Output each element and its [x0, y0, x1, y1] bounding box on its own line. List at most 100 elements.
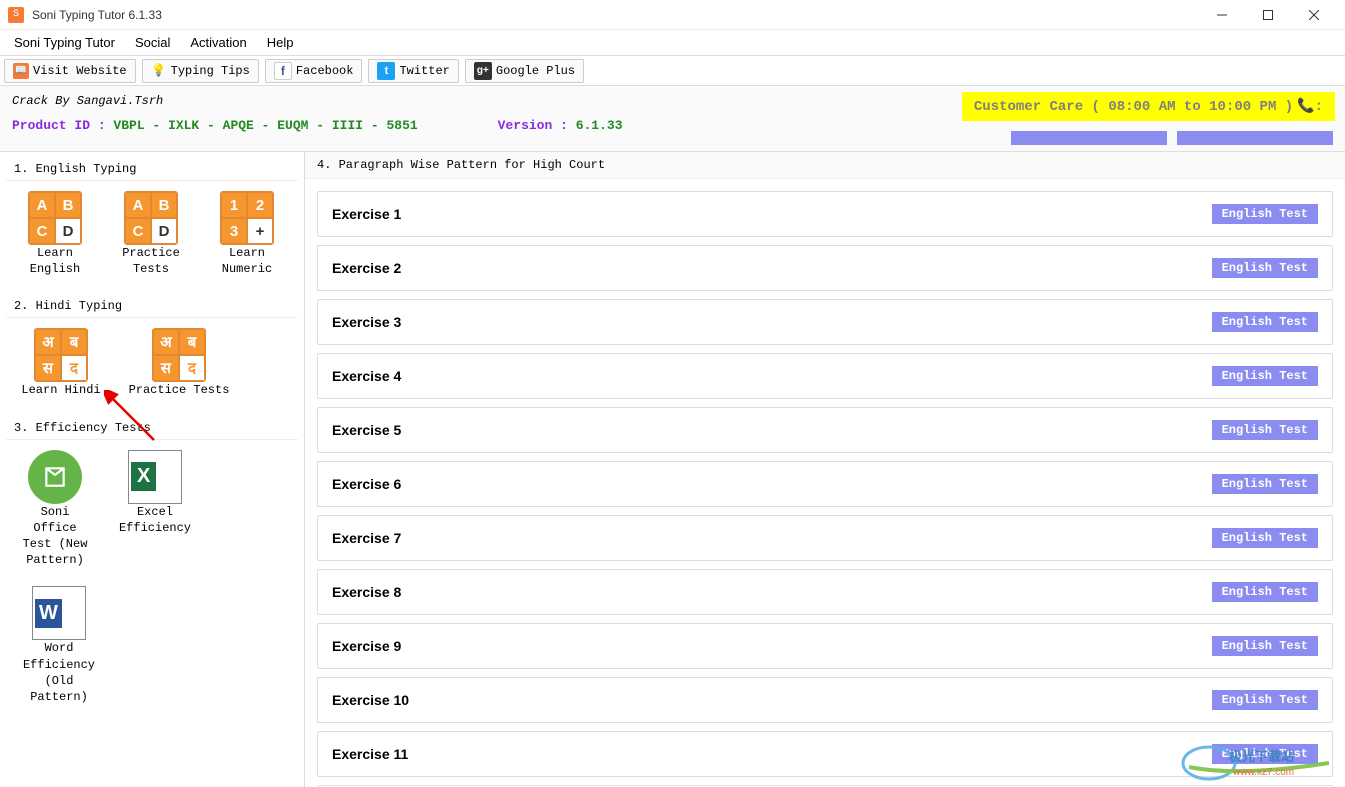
office-icon: [28, 450, 82, 504]
hindi-icon: अबसद: [34, 328, 88, 382]
sidebar: 1. English Typing ABCD Learn English ABC…: [0, 152, 305, 787]
toolbar: 📖 Visit Website 💡 Typing Tips f Facebook…: [0, 56, 1345, 86]
exercise-row[interactable]: Exercise 7English Test: [317, 515, 1333, 561]
english-test-button[interactable]: English Test: [1212, 636, 1318, 656]
minimize-button[interactable]: [1199, 0, 1245, 30]
exercise-label: Exercise 6: [332, 476, 401, 492]
progress-bars: [1011, 131, 1333, 145]
twitter-icon: t: [377, 62, 395, 80]
twitter-button[interactable]: t Twitter: [368, 59, 458, 83]
english-test-button[interactable]: English Test: [1212, 366, 1318, 386]
abcd-icon: ABCD: [28, 191, 82, 245]
menu-soni-typing-tutor[interactable]: Soni Typing Tutor: [4, 31, 125, 54]
section-efficiency-tests-title: 3. Efficiency Tests: [6, 417, 298, 440]
menu-activation[interactable]: Activation: [180, 31, 256, 54]
tile-label: Learn Hindi: [21, 382, 100, 398]
english-test-button[interactable]: English Test: [1212, 474, 1318, 494]
book-icon: 📖: [13, 63, 29, 79]
facebook-button[interactable]: f Facebook: [265, 59, 363, 83]
english-test-button[interactable]: English Test: [1212, 204, 1318, 224]
phone-icon: 📞:: [1297, 98, 1323, 115]
tile-label: Soni Office Test (New Pattern): [16, 504, 94, 569]
customer-care-text: Customer Care ( 08:00 AM to 10:00 PM ): [974, 99, 1293, 115]
maximize-button[interactable]: [1245, 0, 1291, 30]
exercise-row[interactable]: Exercise 9 English Test: [317, 623, 1333, 669]
exercise-row[interactable]: Exercise 6 English Test: [317, 461, 1333, 507]
exercise-label: Exercise 9: [332, 638, 401, 654]
content-area: 4. Paragraph Wise Pattern for High Court…: [305, 152, 1345, 787]
tile-soni-office-test[interactable]: Soni Office Test (New Pattern): [16, 450, 94, 569]
exercise-label: Exercise 10: [332, 692, 409, 708]
exercise-row[interactable]: Exercise 10 English Test: [317, 677, 1333, 723]
toolbar-label: Google Plus: [496, 64, 575, 78]
exercise-label: Exercise 1: [332, 206, 401, 222]
exercise-label: Exercise 5: [332, 422, 401, 438]
tile-word-efficiency[interactable]: W Word Efficiency (Old Pattern): [16, 586, 102, 705]
tile-learn-numeric[interactable]: 123+ Learn Numeric: [208, 191, 286, 277]
exercise-row[interactable]: Exercise 8 English Test: [317, 569, 1333, 615]
section-hindi-typing-title: 2. Hindi Typing: [6, 295, 298, 318]
english-test-button[interactable]: English Test: [1212, 258, 1318, 278]
menubar: Soni Typing Tutor Social Activation Help: [0, 30, 1345, 56]
hindi-icon: अबसद: [152, 328, 206, 382]
abcd-icon: ABCD: [124, 191, 178, 245]
svg-text:极光下载站: 极光下载站: [1229, 749, 1294, 764]
exercise-label: Exercise 3: [332, 314, 401, 330]
menu-social[interactable]: Social: [125, 31, 180, 54]
toolbar-label: Twitter: [399, 64, 449, 78]
toolbar-label: Facebook: [296, 64, 354, 78]
exercise-row[interactable]: Exercise 1 English Test: [317, 191, 1333, 237]
english-test-button[interactable]: English Test: [1212, 312, 1318, 332]
exercise-label: Exercise 8: [332, 584, 401, 600]
info-bar: Crack By Sangavi.Tsrh Product ID : VBPL …: [0, 86, 1345, 152]
toolbar-label: Typing Tips: [171, 64, 250, 78]
product-id-label: Product ID :: [12, 118, 113, 133]
word-icon: W: [32, 586, 86, 640]
facebook-icon: f: [274, 62, 292, 80]
exercise-row[interactable]: Exercise 4 English Test: [317, 353, 1333, 399]
tile-label: Learn Numeric: [208, 245, 286, 277]
tile-excel-efficiency[interactable]: X Excel Efficiency: [112, 450, 198, 569]
content-header: 4. Paragraph Wise Pattern for High Court: [305, 152, 1345, 179]
english-test-button[interactable]: English Test: [1212, 690, 1318, 710]
watermark: 极光下载站 www.xz7.com: [1179, 743, 1339, 783]
toolbar-label: Visit Website: [33, 64, 127, 78]
version-label: Version :: [498, 118, 576, 133]
menu-help[interactable]: Help: [257, 31, 304, 54]
tile-label: Word Efficiency (Old Pattern): [16, 640, 102, 705]
titlebar: S Soni Typing Tutor 6.1.33: [0, 0, 1345, 30]
exercise-row[interactable]: Exercise 5 English Test: [317, 407, 1333, 453]
close-button[interactable]: [1291, 0, 1337, 30]
progress-bar-1[interactable]: [1011, 131, 1167, 145]
tile-learn-english[interactable]: ABCD Learn English: [16, 191, 94, 277]
tile-practice-tests-hindi[interactable]: अबसद Practice Tests: [124, 328, 234, 398]
exercise-row[interactable]: Exercise 3 English Test: [317, 299, 1333, 345]
exercise-label: Exercise 4: [332, 368, 401, 384]
tile-learn-hindi[interactable]: अबसद Learn Hindi: [16, 328, 106, 398]
product-id-value: VBPL - IXLK - APQE - EUQM - IIII - 5851: [113, 118, 417, 133]
exercise-row[interactable]: Exercise 2 English Test: [317, 245, 1333, 291]
tile-label: Excel Efficiency: [112, 504, 198, 536]
svg-text:www.xz7.com: www.xz7.com: [1232, 767, 1294, 778]
progress-bar-2[interactable]: [1177, 131, 1333, 145]
version-value: 6.1.33: [576, 118, 623, 133]
english-test-button[interactable]: English Test: [1212, 582, 1318, 602]
tile-practice-tests-english[interactable]: ABCD Practice Tests: [112, 191, 190, 277]
english-test-button[interactable]: English Test: [1212, 528, 1318, 548]
typing-tips-button[interactable]: 💡 Typing Tips: [142, 59, 259, 83]
tile-label: Learn English: [16, 245, 94, 277]
window-controls: [1199, 0, 1337, 30]
bulb-icon: 💡: [151, 63, 167, 79]
visit-website-button[interactable]: 📖 Visit Website: [4, 59, 136, 83]
app-icon: S: [8, 7, 24, 23]
exercise-label: Exercise 2: [332, 260, 401, 276]
tile-label: Practice Tests: [112, 245, 190, 277]
google-plus-button[interactable]: g+ Google Plus: [465, 59, 584, 83]
english-test-button[interactable]: English Test: [1212, 420, 1318, 440]
exercise-label: Exercise 11: [332, 746, 408, 762]
exercise-list: Exercise 1 English Test Exercise 2 English …: [305, 179, 1345, 787]
google-plus-icon: g+: [474, 62, 492, 80]
section-english-typing-title: 1. English Typing: [6, 158, 298, 181]
customer-care-banner: Customer Care ( 08:00 AM to 10:00 PM ) 📞…: [962, 92, 1335, 121]
excel-icon: X: [128, 450, 182, 504]
